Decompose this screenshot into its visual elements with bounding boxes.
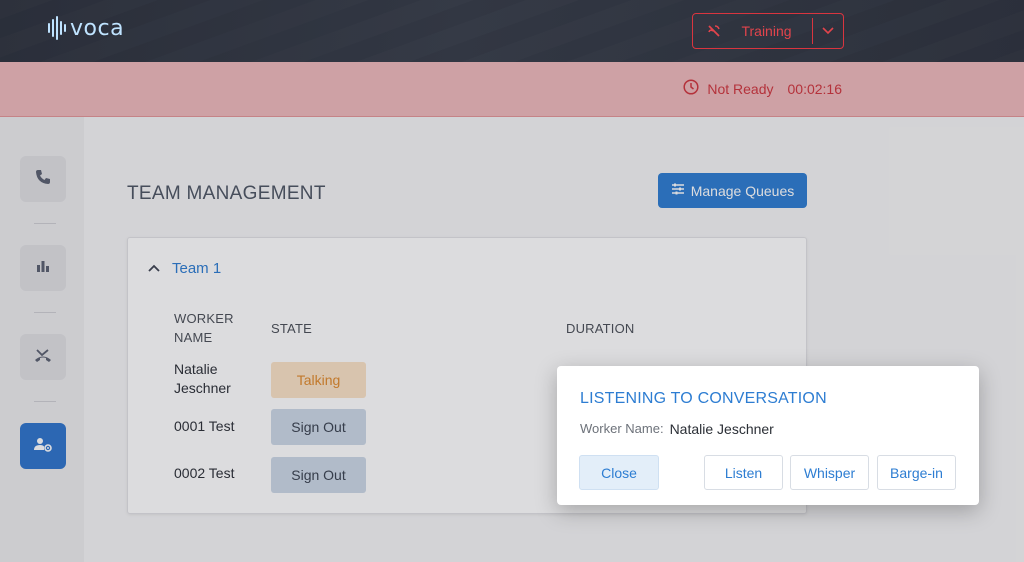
chevron-down-icon[interactable]: [813, 27, 843, 35]
worker-name-cell: 0002 Test: [174, 465, 235, 481]
whisper-button[interactable]: Whisper: [790, 455, 869, 490]
logo-text: voca: [70, 15, 125, 41]
sidebar-item-phone[interactable]: [20, 156, 66, 202]
worker-name-value: Natalie Jeschner: [669, 421, 774, 437]
logo: voca: [48, 14, 124, 42]
team-name[interactable]: Team 1: [172, 260, 221, 277]
sidebar-item-stats[interactable]: [20, 245, 66, 291]
agent-status-label: Training: [741, 23, 792, 39]
logo-waveform-icon: [48, 16, 66, 40]
column-header-worker-name: WORKER NAME: [174, 311, 234, 345]
column-header-duration: DURATION: [566, 321, 635, 336]
clock-icon: [683, 79, 699, 98]
manage-queues-label: Manage Queues: [690, 182, 795, 199]
worker-name-label: Worker Name:: [580, 421, 664, 436]
status-timer: 00:02:16: [787, 80, 843, 97]
barge-in-button[interactable]: Barge-in: [877, 455, 956, 490]
agent-status-select[interactable]: Training: [692, 13, 844, 49]
missed-call-icon: [33, 346, 53, 369]
call-end-icon: [707, 24, 729, 38]
status-text: Not Ready: [707, 80, 774, 97]
team-header[interactable]: Team 1: [148, 259, 221, 277]
state-badge: Sign Out: [271, 457, 366, 493]
dialog-title: LISTENING TO CONVERSATION: [580, 390, 827, 407]
chevron-up-icon[interactable]: [148, 259, 160, 277]
listen-button[interactable]: Listen: [704, 455, 783, 490]
sidebar-divider: [34, 312, 56, 313]
column-header-state: STATE: [271, 321, 312, 336]
sidebar-divider: [34, 223, 56, 224]
status-strip: Not Ready 00:02:16: [0, 62, 1024, 117]
sidebar-item-missed-calls[interactable]: [20, 334, 66, 380]
page-title: TEAM MANAGEMENT: [127, 183, 326, 204]
listening-dialog: LISTENING TO CONVERSATION Worker Name: N…: [557, 366, 979, 505]
sidebar-divider: [34, 401, 56, 402]
bar-chart-icon: [34, 257, 52, 280]
worker-name-cell: 0001 Test: [174, 418, 235, 434]
close-button[interactable]: Close: [579, 455, 659, 490]
phone-icon: [34, 168, 52, 191]
state-badge: Talking: [271, 362, 366, 398]
top-bar: voca Training: [0, 0, 1024, 62]
sidebar-item-team-management[interactable]: [20, 423, 66, 469]
worker-name-cell: Natalie Jeschner: [174, 361, 231, 396]
user-settings-icon: [33, 435, 53, 458]
sliders-icon: [671, 182, 685, 199]
dialog-worker-row: Worker Name: Natalie Jeschner: [580, 421, 774, 437]
state-badge: Sign Out: [271, 409, 366, 445]
manage-queues-button[interactable]: Manage Queues: [658, 173, 807, 208]
